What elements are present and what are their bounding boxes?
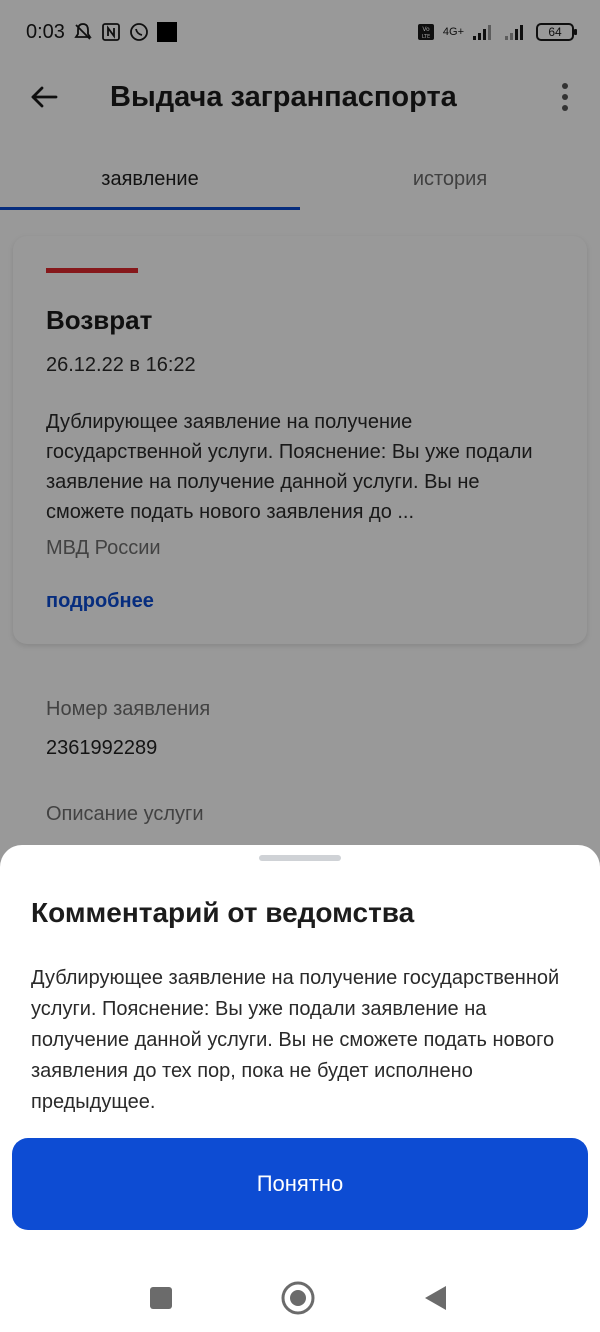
home-icon <box>281 1281 315 1315</box>
sheet-drag-handle[interactable] <box>259 855 341 861</box>
recent-apps-icon <box>150 1287 172 1309</box>
back-nav-button[interactable] <box>415 1278 455 1318</box>
sheet-comment-text: Дублирующее заявление на получение госуд… <box>31 967 560 1113</box>
ok-button[interactable]: Понятно <box>12 1138 588 1230</box>
recent-apps-button[interactable] <box>141 1278 181 1318</box>
back-nav-icon <box>425 1286 446 1310</box>
home-button[interactable] <box>278 1278 318 1318</box>
system-nav-bar <box>0 1258 600 1332</box>
app-screen: 0:03 Vo LTE 4G+ 64 Выдача загранпаспорта… <box>0 0 600 1332</box>
sheet-title: Комментарий от ведомства <box>31 897 415 928</box>
